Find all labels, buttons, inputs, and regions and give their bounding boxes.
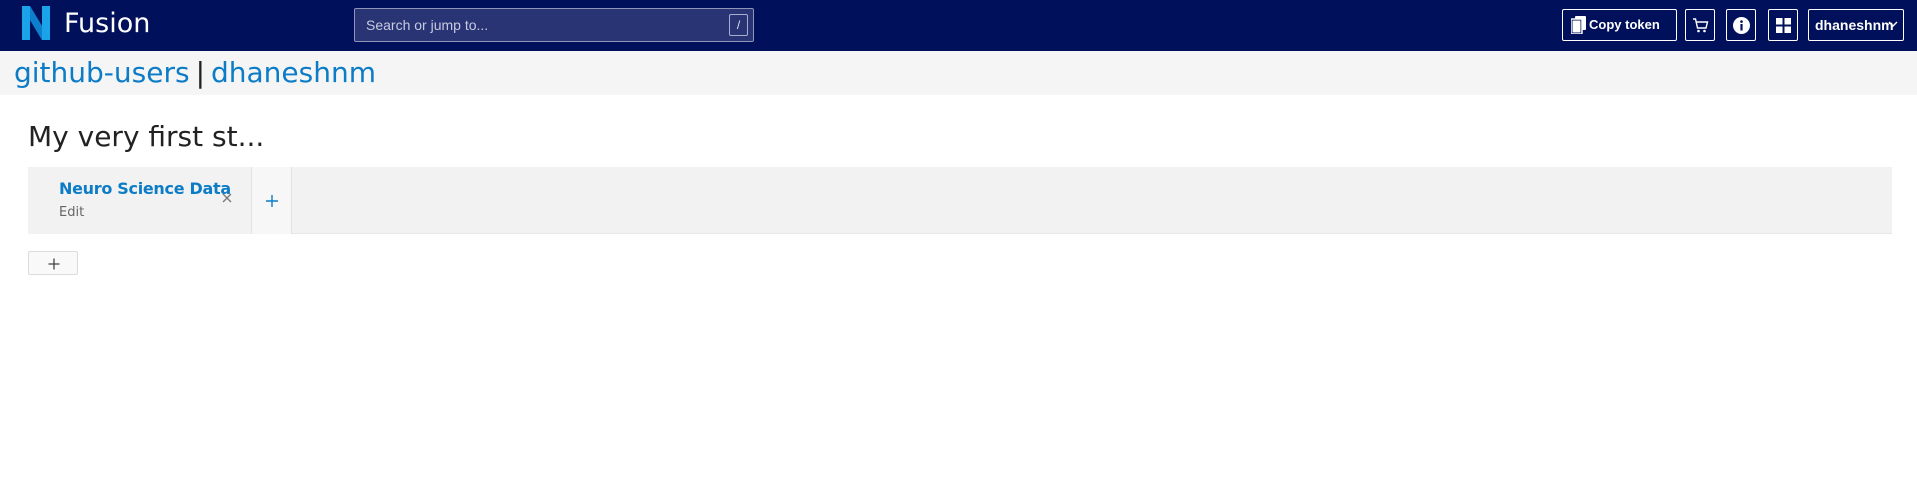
workspace-tab-bar: Neuro Science Data Edit (28, 167, 1892, 234)
plus-icon (266, 195, 278, 207)
apps-button[interactable] (1768, 9, 1798, 41)
study-title[interactable]: My very first st... (28, 118, 264, 156)
cart-icon (1693, 18, 1709, 33)
search-placeholder: Search or jump to... (366, 17, 489, 33)
apps-grid-icon (1776, 18, 1791, 33)
workspace-tab-edit-link[interactable]: Edit (59, 205, 84, 220)
close-icon[interactable] (220, 191, 234, 205)
nexus-logo-icon[interactable] (22, 6, 50, 40)
user-name: dhaneshnm (1815, 17, 1894, 33)
info-icon (1733, 17, 1750, 34)
add-workspace-button[interactable] (252, 167, 292, 234)
workspace-tab[interactable]: Neuro Science Data Edit (28, 167, 252, 234)
copy-token-button[interactable]: Copy token (1562, 9, 1677, 41)
breadcrumb-project-link[interactable]: dhaneshnm (211, 56, 376, 89)
breadcrumb-separator: | (195, 56, 205, 89)
add-workspace-row-button[interactable] (28, 251, 78, 275)
app-name[interactable]: Fusion (64, 8, 150, 40)
search-shortcut-key: / (729, 14, 748, 36)
copy-icon (1571, 16, 1586, 34)
info-button[interactable] (1726, 9, 1756, 41)
breadcrumb-organization-link[interactable]: github-users (14, 56, 190, 89)
top-nav: Fusion Search or jump to... / Copy token (0, 0, 1917, 51)
copy-token-label: Copy token (1589, 17, 1660, 32)
plus-icon (48, 258, 60, 270)
cart-button[interactable] (1685, 9, 1715, 41)
user-menu-dropdown[interactable]: dhaneshnm (1808, 9, 1904, 41)
chevron-down-icon (1888, 21, 1898, 27)
search-input[interactable]: Search or jump to... / (354, 8, 754, 42)
breadcrumb: github-users | dhaneshnm (14, 55, 376, 91)
breadcrumb-bar: github-users | dhaneshnm (0, 51, 1917, 95)
workspace-tab-title[interactable]: Neuro Science Data (59, 179, 231, 198)
